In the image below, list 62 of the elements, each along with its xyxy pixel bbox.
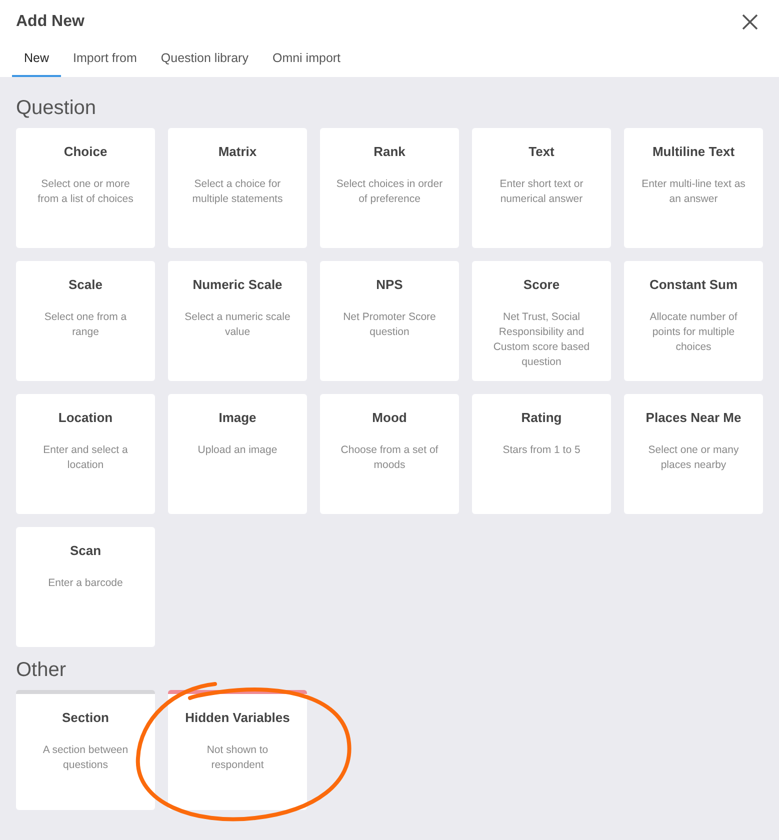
tab[interactable]: New bbox=[12, 44, 62, 77]
question-type-card[interactable]: Choice Select one or more from a list of choices bbox=[16, 128, 155, 248]
dialog-title: Add New bbox=[16, 13, 84, 31]
card-title: Numeric Scale bbox=[192, 277, 282, 292]
section-heading: Other bbox=[16, 659, 68, 682]
card-title: Choice bbox=[64, 144, 108, 159]
card-description: Select one from a range bbox=[43, 310, 128, 340]
card-description: Enter short text or numerical answer bbox=[498, 177, 584, 207]
card-title: Hidden Variables bbox=[185, 710, 290, 725]
card-title: Scan bbox=[70, 543, 102, 558]
card-title: Location bbox=[58, 410, 113, 425]
tab[interactable]: Question library bbox=[148, 44, 260, 77]
question-type-card[interactable]: Scan Enter a barcode bbox=[16, 527, 155, 647]
card-description: Enter multi-line text as an answer bbox=[640, 177, 746, 207]
card-description: Upload an image bbox=[198, 443, 278, 458]
card-description: Choose from a set of moods bbox=[340, 443, 440, 473]
card-description: Enter and select a location bbox=[42, 443, 129, 473]
card-description: Stars from 1 to 5 bbox=[502, 443, 580, 458]
question-type-card[interactable]: Text Enter short text or numerical answer bbox=[472, 128, 611, 248]
card-title: Multiline Text bbox=[652, 144, 735, 159]
card-description: Not shown to respondent bbox=[206, 743, 270, 773]
card-title: Matrix bbox=[218, 144, 257, 159]
card-description: Net Trust, Social Responsibility and Custom score based question bbox=[492, 310, 591, 370]
question-type-card[interactable]: Location Enter and select a location bbox=[16, 394, 155, 514]
card-title: Image bbox=[218, 410, 256, 425]
question-type-card[interactable]: Hidden Variables Not shown to respondent bbox=[168, 690, 307, 810]
question-type-card[interactable]: Section A section between questions bbox=[16, 690, 155, 810]
card-title: NPS bbox=[376, 277, 403, 292]
card-description: Select a choice for multiple statements bbox=[191, 177, 284, 207]
card-description: Select one or many places nearby bbox=[647, 443, 740, 473]
question-type-card[interactable]: Mood Choose from a set of moods bbox=[320, 394, 459, 514]
question-type-card[interactable]: Places Near Me Select one or many places nearby bbox=[624, 394, 763, 514]
card-title: Section bbox=[62, 710, 109, 725]
question-type-card[interactable]: Scale Select one from a range bbox=[16, 261, 155, 381]
question-type-card[interactable]: Image Upload an image bbox=[168, 394, 307, 514]
card-description: Allocate number of points for multiple choices bbox=[648, 310, 738, 355]
question-type-card[interactable]: Multiline Text Enter multi-line text as an answer bbox=[624, 128, 763, 248]
card-title: Score bbox=[523, 277, 560, 292]
card-title: Mood bbox=[372, 410, 407, 425]
question-type-card[interactable]: Constant Sum Allocate number of points for multiple choices bbox=[624, 261, 763, 381]
section-heading: Question bbox=[16, 97, 98, 120]
card-description: Enter a barcode bbox=[48, 576, 123, 591]
card-title: Constant Sum bbox=[649, 277, 738, 292]
question-type-card[interactable]: Rating Stars from 1 to 5 bbox=[472, 394, 611, 514]
card-title: Places Near Me bbox=[646, 410, 742, 425]
tab[interactable]: Import from bbox=[61, 44, 149, 77]
card-title: Rating bbox=[521, 410, 562, 425]
question-type-card[interactable]: Matrix Select a choice for multiple statements bbox=[168, 128, 307, 248]
card-title: Scale bbox=[68, 277, 102, 292]
question-type-card[interactable]: Numeric Scale Select a numeric scale value bbox=[168, 261, 307, 381]
card-description: Net Promoter Score question bbox=[342, 310, 437, 340]
question-type-card[interactable]: Rank Select choices in order of preference bbox=[320, 128, 459, 248]
question-type-card[interactable]: NPS Net Promoter Score question bbox=[320, 261, 459, 381]
card-description: Select a numeric scale value bbox=[184, 310, 292, 340]
card-description: A section between questions bbox=[42, 743, 130, 773]
card-title: Text bbox=[528, 144, 554, 159]
card-title: Rank bbox=[374, 144, 406, 159]
close-icon[interactable] bbox=[742, 14, 758, 30]
card-description: Select choices in order of preference bbox=[335, 177, 444, 207]
question-type-card[interactable]: Score Net Trust, Social Responsibility and Custom score based question bbox=[472, 261, 611, 381]
tab[interactable]: Omni import bbox=[260, 44, 353, 77]
card-description: Select one or more from a list of choices bbox=[36, 177, 134, 207]
